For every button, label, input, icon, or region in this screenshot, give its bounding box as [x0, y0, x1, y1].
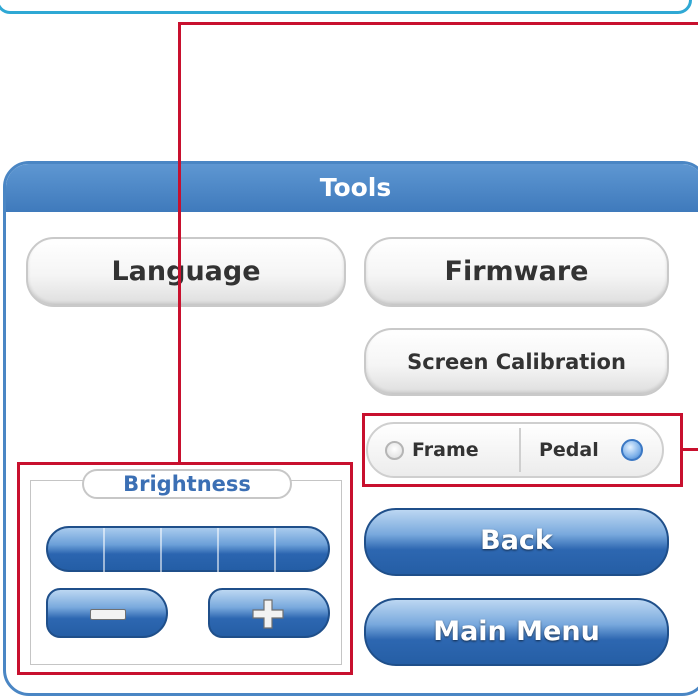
brightness-highlight-box: [17, 462, 353, 675]
annotation-line: [178, 22, 181, 464]
panel-title: Tools: [6, 164, 698, 212]
annotation-line: [683, 448, 698, 451]
firmware-button[interactable]: Firmware: [364, 237, 669, 307]
annotation-line: [178, 22, 698, 25]
screen-calibration-button[interactable]: Screen Calibration: [364, 328, 669, 396]
language-button[interactable]: Language: [26, 237, 346, 307]
back-button[interactable]: Back: [364, 508, 669, 576]
main-menu-button[interactable]: Main Menu: [364, 598, 669, 666]
top-panel-frame: [0, 0, 692, 14]
toggle-highlight-box: [362, 413, 683, 487]
